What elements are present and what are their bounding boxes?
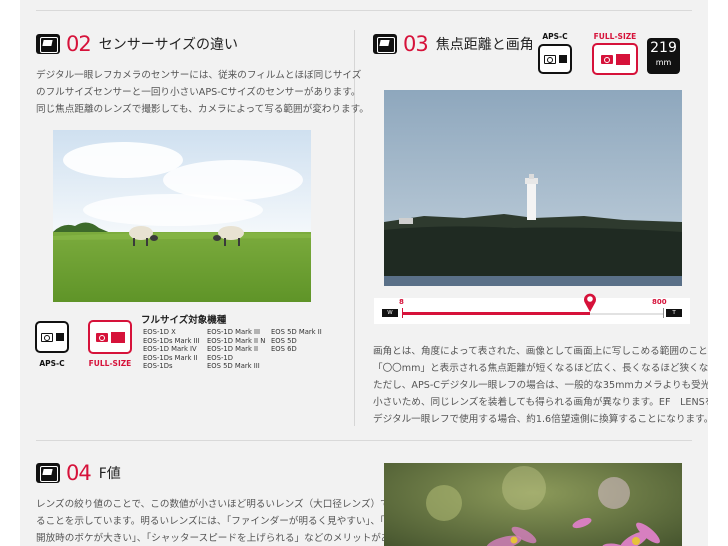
section-title: F値 (98, 466, 121, 482)
max-tick (663, 308, 664, 318)
paragraph-line: デジタル一眼レフカメラのセンサーには、従来のフィルムとほぼ同じサイズ (36, 70, 362, 81)
aps-c-label: APS-C (39, 359, 65, 368)
camera-icon (95, 332, 108, 342)
model-item: EOS-1Ds Mark III (143, 336, 200, 345)
model-item: EOS 5D Mark III (207, 362, 260, 371)
section-number: 03 (403, 32, 429, 56)
section-03-paragraph: 画角とは、角度によって表された、画像として画面上に写しこめる範囲のこと。 「〇〇… (373, 343, 708, 428)
focal-length-value: 219 (650, 40, 677, 56)
camera-icon (40, 332, 53, 342)
slider-knob[interactable] (582, 292, 598, 312)
min-focal-label: 8 (399, 298, 404, 306)
paragraph-line: 開放時のボケが大きい」、「シャッタースピードを上げられる」などのメリットがあり (36, 533, 401, 544)
paragraph-line: 「〇〇mm」と表示される焦点距離が短くなるほど広く、長くなるほど狭くなります。 (373, 363, 708, 374)
model-item: EOS-1D Mark IV (143, 345, 197, 354)
lighthouse-photo (384, 90, 682, 286)
aps-c-badge[interactable] (538, 44, 572, 74)
focal-length-slider[interactable]: W 8 800 T (374, 293, 690, 324)
model-list-col-1: EOS-1D X EOS-1Ds Mark III EOS-1D Mark IV… (143, 328, 200, 371)
model-list-col-2: EOS-1D Mark III EOS-1D Mark II N EOS-1D … (207, 328, 265, 371)
section-title: センサーサイズの違い (98, 37, 239, 53)
camera-screen-icon (36, 34, 60, 54)
tele-end-box[interactable]: T (666, 309, 682, 317)
model-list-col-3: EOS 5D Mark II EOS 5D EOS 6D (271, 328, 322, 354)
section-divider (36, 440, 692, 441)
sensor-square-icon (55, 333, 64, 341)
full-size-badge[interactable] (88, 320, 132, 354)
section-04-heading: 04 F値 (36, 460, 121, 486)
paragraph-line: ただし、APS-Cデジタル一眼レフの場合は、一般的な35mmカメラよりも受光部が (373, 380, 708, 391)
sheep-field-photo (53, 130, 311, 302)
model-item: EOS 5D (271, 336, 297, 345)
model-item: EOS 6D (271, 345, 297, 354)
camera-screen-icon (373, 34, 397, 54)
sensor-square-icon (110, 331, 125, 343)
model-item: EOS-1D Mark II (207, 345, 259, 354)
camera-icon (543, 54, 556, 64)
model-item: EOS-1D X (143, 328, 176, 336)
min-tick (402, 308, 403, 318)
paragraph-line: レンズの絞り値のことで、この数値が小さいほど明るいレンズ（大口径レンズ）であ (36, 499, 400, 510)
model-item: EOS-1Ds (143, 362, 173, 371)
max-focal-label: 800 (652, 298, 667, 306)
section-04-paragraph: レンズの絞り値のことで、この数値が小さいほど明るいレンズ（大口径レンズ）であ る… (36, 496, 404, 546)
full-size-label: FULL-SIZE (88, 359, 132, 368)
top-divider (36, 10, 692, 11)
focal-length-unit: mm (655, 58, 672, 67)
paragraph-line: ることを示しています。明るいレンズには、「ファインダーが明るく見やすい」、「絞り (36, 516, 404, 527)
camera-icon (600, 54, 613, 64)
full-size-label: FULL-SIZE (593, 32, 637, 41)
section-03-heading: 03 焦点距離と画角 (373, 31, 534, 57)
section-number: 02 (66, 32, 92, 56)
full-size-models-title: フルサイズ対象機種 (141, 315, 227, 326)
aps-c-badge[interactable] (35, 321, 69, 353)
section-02-paragraph: デジタル一眼レフカメラのセンサーには、従来のフィルムとほぼ同じサイズ のフルサイ… (36, 67, 369, 118)
section-number: 04 (66, 461, 92, 485)
paragraph-line: 画角とは、角度によって表された、画像として画面上に写しこめる範囲のこと。 (373, 346, 708, 357)
section-title: 焦点距離と画角 (435, 37, 534, 53)
aps-c-label: APS-C (542, 32, 568, 41)
full-size-badge[interactable] (592, 43, 638, 75)
section-02-heading: 02 センサーサイズの違い (36, 31, 238, 57)
model-item: EOS-1Ds Mark II (143, 353, 198, 362)
cosmos-flower-photo (384, 463, 682, 546)
sensor-square-icon (558, 55, 567, 63)
slider-fill (402, 312, 591, 315)
lens-guide-panel: 02 センサーサイズの違い デジタル一眼レフカメラのセンサーには、従来のフィルム… (20, 0, 708, 546)
wide-end-box[interactable]: W (382, 309, 398, 317)
model-item: EOS-1D (207, 353, 233, 362)
paragraph-line: デジタル一眼レフで使用する場合、約1.6倍望遠側に換算することになります。 (373, 414, 708, 425)
sensor-square-icon (615, 53, 630, 65)
paragraph-line: 小さいため、同じレンズを装着しても得られる画角が異なります。EF LENSをAP… (373, 397, 708, 408)
model-item: EOS-1D Mark III (207, 328, 261, 336)
focal-length-badge: 219 mm (647, 38, 680, 74)
paragraph-line: 同じ焦点距離のレンズで撮影しても、カメラによって写る範囲が変わります。 (36, 104, 369, 115)
model-item: EOS 5D Mark II (271, 328, 322, 336)
model-item: EOS-1D Mark II N (207, 336, 266, 345)
camera-screen-icon (36, 463, 60, 483)
paragraph-line: のフルサイズセンサーと一回り小さいAPS-Cサイズのセンサーがあります。 (36, 87, 361, 98)
